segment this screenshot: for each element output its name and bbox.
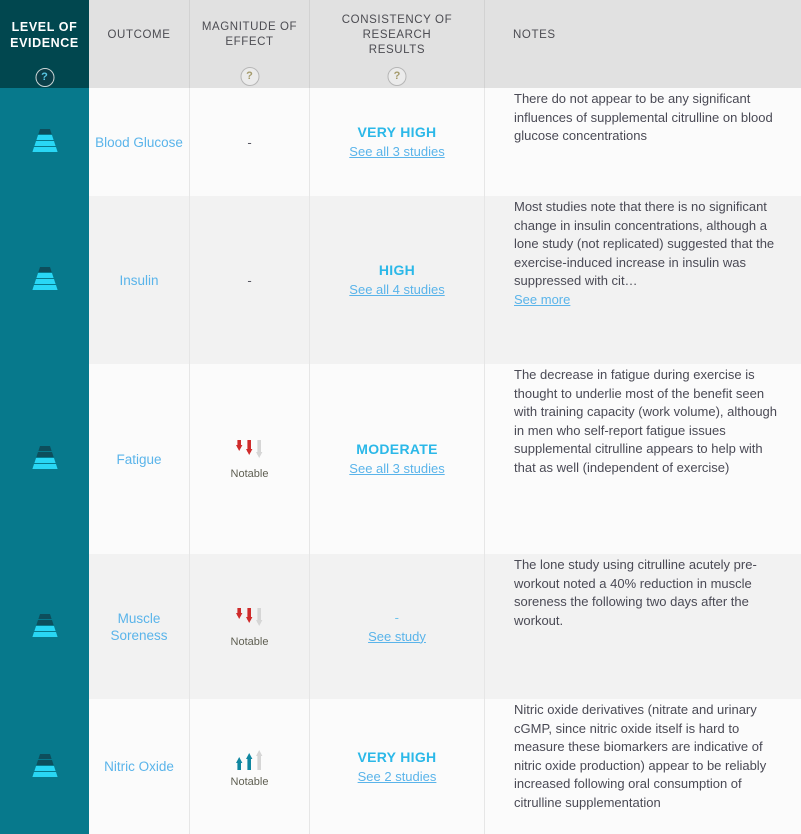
notes-cell: There do not appear to be any significan… — [485, 88, 801, 196]
magnitude-value: - — [247, 134, 252, 150]
notes-cell: Most studies note that there is no signi… — [485, 196, 801, 364]
level-of-evidence-cell — [0, 88, 89, 196]
column-header-level-of-evidence-label: LEVEL OF EVIDENCE — [10, 20, 79, 50]
table-row: Nitric Oxide Notable VERY HIGH See 2 studie… — [0, 699, 801, 834]
consistency-cell: MODERATE See all 3 studies — [310, 364, 485, 554]
consistency-studies-link[interactable]: See study — [368, 627, 426, 646]
magnitude-arrows-icon — [233, 438, 267, 462]
notes-text: There do not appear to be any significan… — [514, 91, 773, 143]
help-icon-magnitude-of-effect[interactable]: ? — [240, 67, 259, 86]
magnitude-label: Notable — [230, 775, 269, 788]
evidence-pyramid-icon — [25, 129, 65, 155]
column-header-outcome: OUTCOME — [89, 0, 190, 88]
table-body: Blood Glucose - VERY HIGH See all 3 studies… — [0, 88, 801, 834]
outcome-label[interactable]: Nitric Oxide — [104, 758, 174, 775]
table-row: Fatigue Notable MODERATE See all 3 studies T… — [0, 364, 801, 554]
magnitude-arrows-icon — [233, 606, 267, 630]
outcome-label[interactable]: Insulin — [119, 272, 158, 289]
notes-cell: The lone study using citrulline acutely … — [485, 554, 801, 699]
outcome-label[interactable]: Blood Glucose — [95, 134, 183, 151]
notes-text: The lone study using citrulline acutely … — [514, 557, 757, 628]
notes-cell: Nitric oxide derivatives (nitrate and ur… — [485, 699, 801, 834]
outcome-cell[interactable]: Insulin — [89, 196, 190, 364]
level-of-evidence-cell — [0, 554, 89, 699]
magnitude-cell: - — [190, 88, 310, 196]
level-of-evidence-cell — [0, 699, 89, 834]
table-row: Blood Glucose - VERY HIGH See all 3 studies… — [0, 88, 801, 196]
magnitude-cell: Notable — [190, 554, 310, 699]
consistency-cell: VERY HIGH See 2 studies — [310, 699, 485, 834]
consistency-rating: - — [394, 609, 400, 625]
help-icon-level-of-evidence[interactable]: ? — [35, 68, 54, 87]
magnitude-cell: Notable — [190, 364, 310, 554]
outcome-cell[interactable]: Blood Glucose — [89, 88, 190, 196]
consistency-rating: MODERATE — [356, 441, 438, 457]
magnitude-cell: Notable — [190, 699, 310, 834]
help-icon-consistency[interactable]: ? — [387, 67, 407, 86]
magnitude-label: Notable — [230, 635, 269, 648]
evidence-pyramid-icon — [25, 613, 65, 640]
evidence-pyramid-icon — [25, 267, 65, 293]
evidence-pyramid-icon — [25, 446, 65, 472]
magnitude-value: - — [247, 272, 252, 288]
column-header-level-of-evidence: LEVEL OF EVIDENCE ? — [0, 0, 89, 88]
magnitude-cell: - — [190, 196, 310, 364]
table-row: Insulin - HIGH See all 4 studies Most studie… — [0, 196, 801, 364]
consistency-cell: - See study — [310, 554, 485, 699]
column-header-outcome-label: OUTCOME — [107, 28, 171, 41]
column-header-magnitude-of-effect-label: MAGNITUDE OF EFFECT — [201, 21, 298, 48]
see-more-link[interactable]: See more — [514, 291, 777, 310]
outcome-label[interactable]: Fatigue — [116, 451, 161, 468]
notes-text: Most studies note that there is no signi… — [514, 196, 777, 309]
evidence-table: LEVEL OF EVIDENCE ? OUTCOME MAGNITUDE OF E… — [0, 0, 801, 834]
outcome-cell[interactable]: Nitric Oxide — [89, 699, 190, 834]
table-row: Muscle Soreness Notable - See study The lone… — [0, 554, 801, 699]
consistency-cell: HIGH See all 4 studies — [310, 196, 485, 364]
evidence-pyramid-icon — [25, 753, 65, 780]
consistency-cell: VERY HIGH See all 3 studies — [310, 88, 485, 196]
column-header-notes: NOTES — [485, 0, 801, 88]
notes-text: Nitric oxide derivatives (nitrate and ur… — [514, 702, 767, 810]
consistency-studies-link[interactable]: See all 3 studies — [349, 142, 444, 161]
consistency-studies-link[interactable]: See all 3 studies — [349, 459, 444, 478]
column-header-consistency: CONSISTENCY OF RESEARCH RESULTS ? — [310, 0, 485, 88]
column-header-notes-label: NOTES — [513, 28, 556, 41]
consistency-rating: VERY HIGH — [357, 124, 437, 140]
consistency-studies-link[interactable]: See 2 studies — [358, 767, 437, 786]
magnitude-label: Notable — [230, 468, 269, 480]
level-of-evidence-cell — [0, 364, 89, 554]
outcome-cell[interactable]: Muscle Soreness — [89, 554, 190, 699]
table-header-row: LEVEL OF EVIDENCE ? OUTCOME MAGNITUDE OF E… — [0, 0, 801, 88]
outcome-cell[interactable]: Fatigue — [89, 364, 190, 554]
level-of-evidence-cell — [0, 196, 89, 364]
outcome-label[interactable]: Muscle Soreness — [93, 610, 185, 644]
consistency-rating: VERY HIGH — [357, 748, 437, 765]
notes-text: The decrease in fatigue during exercise … — [514, 367, 778, 475]
consistency-rating: HIGH — [378, 262, 416, 278]
magnitude-arrows-icon — [233, 746, 267, 770]
notes-cell: The decrease in fatigue during exercise … — [485, 364, 801, 554]
consistency-studies-link[interactable]: See all 4 studies — [349, 280, 444, 299]
column-header-magnitude-of-effect: MAGNITUDE OF EFFECT ? — [190, 0, 310, 88]
